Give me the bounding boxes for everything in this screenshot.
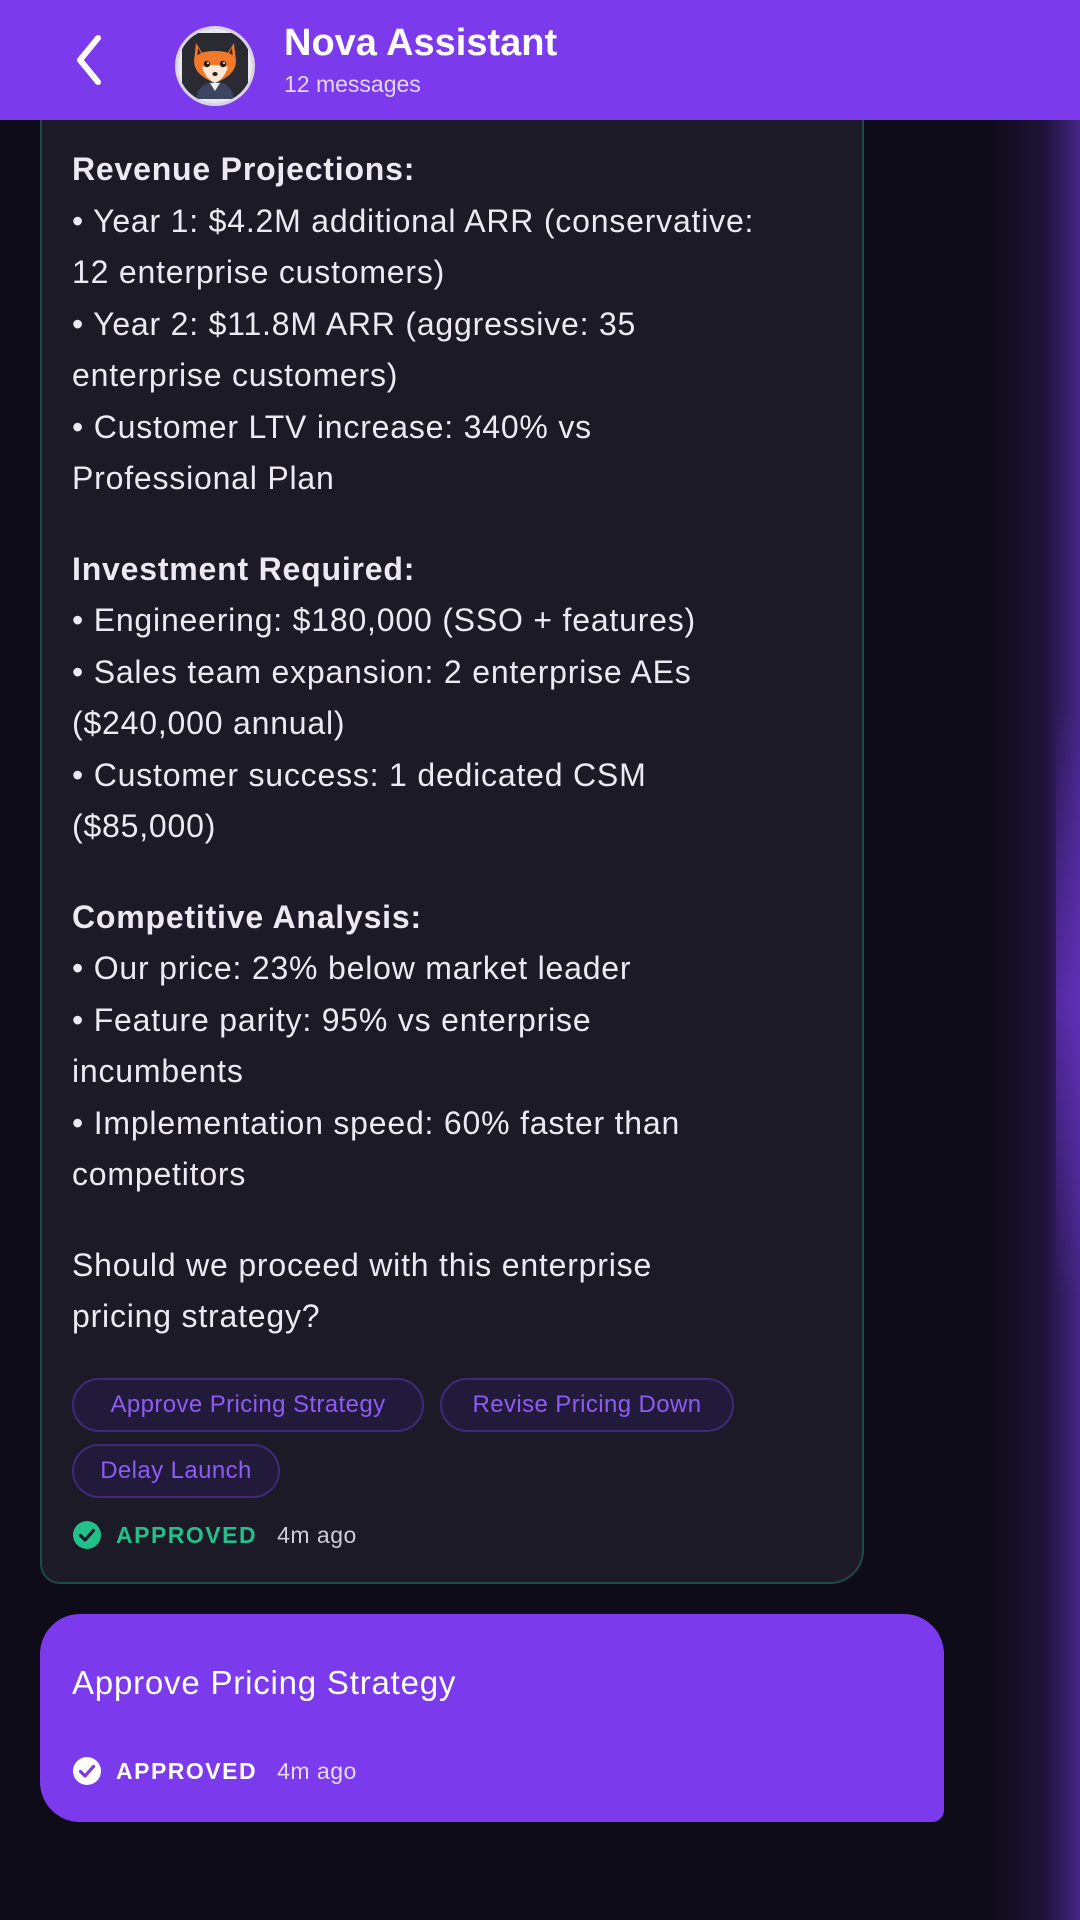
- avatar[interactable]: [175, 26, 255, 106]
- text-line: • Implementation speed: 60% faster than: [72, 1104, 681, 1141]
- edge-glow-decoration: [1056, 700, 1080, 1300]
- text-line: ($240,000 annual): [72, 705, 346, 741]
- assistant-message-text: Revenue Projections: • Year 1: $4.2M add…: [72, 144, 842, 1343]
- approve-pricing-strategy-chip[interactable]: Approve Pricing Strategy: [72, 1378, 424, 1432]
- check-circle-icon: [73, 1521, 101, 1549]
- text-line: • Customer success: 1 dedicated CSM: [72, 756, 647, 793]
- page-title: Nova Assistant: [284, 22, 558, 64]
- message-count: 12 messages: [284, 71, 421, 97]
- chat-header: Nova Assistant 12 messages: [0, 0, 1080, 120]
- revise-pricing-down-chip[interactable]: Revise Pricing Down: [440, 1378, 734, 1432]
- assistant-message-status: APPROVED 4m ago: [72, 1520, 357, 1550]
- text-line: • Customer LTV increase: 340% vs: [72, 408, 592, 445]
- section-revenue: Revenue Projections: • Year 1: $4.2M add…: [72, 144, 842, 505]
- text-line: • Engineering: $180,000 (SSO + features): [72, 602, 697, 638]
- chat-screen: Revenue Projections: • Year 1: $4.2M add…: [0, 0, 1080, 1920]
- text-line: pricing strategy?: [72, 1298, 321, 1334]
- text-line: 12 enterprise customers): [72, 254, 446, 290]
- user-message-text: Approve Pricing Strategy: [72, 1664, 457, 1701]
- section-title: Investment Required:: [72, 550, 416, 587]
- timestamp: 4m ago: [277, 1757, 357, 1784]
- user-message-status: APPROVED 4m ago: [72, 1756, 357, 1786]
- section-title: Competitive Analysis:: [72, 898, 422, 935]
- text-line: competitors: [72, 1156, 247, 1192]
- chevron-left-icon: [77, 35, 101, 85]
- text-line: ($85,000): [72, 808, 217, 844]
- delay-launch-chip[interactable]: Delay Launch: [72, 1444, 280, 1498]
- fox-avatar-icon: [182, 33, 248, 99]
- back-button[interactable]: [60, 30, 120, 90]
- status-badge: APPROVED: [116, 1521, 258, 1548]
- section-title: Revenue Projections:: [72, 151, 416, 187]
- section-investment: Investment Required: • Engineering: $180…: [72, 544, 842, 853]
- check-circle-icon: [73, 1757, 101, 1785]
- question: Should we proceed with this enterprise p…: [72, 1240, 842, 1343]
- text-line: • Feature parity: 95% vs enterprise: [72, 1001, 592, 1038]
- text-line: Should we proceed with this enterprise: [72, 1246, 653, 1283]
- text-line: Professional Plan: [72, 460, 335, 496]
- text-line: • Our price: 23% below market leader: [72, 950, 632, 986]
- timestamp: 4m ago: [277, 1521, 357, 1548]
- text-line: incumbents: [72, 1053, 244, 1089]
- text-line: • Sales team expansion: 2 enterprise AEs: [72, 653, 692, 690]
- edge-glow-decoration: [990, 120, 1080, 1920]
- header-title-block: Nova Assistant 12 messages: [284, 20, 557, 100]
- text-line: enterprise customers): [72, 357, 399, 393]
- user-message-bubble: Approve Pricing Strategy APPROVED 4m ago: [40, 1614, 944, 1822]
- status-badge: APPROVED: [116, 1757, 258, 1784]
- section-competitive: Competitive Analysis: • Our price: 23% b…: [72, 892, 842, 1201]
- text-line: • Year 2: $11.8M ARR (aggressive: 35: [72, 305, 637, 342]
- text-line: • Year 1: $4.2M additional ARR (conserva…: [72, 202, 755, 239]
